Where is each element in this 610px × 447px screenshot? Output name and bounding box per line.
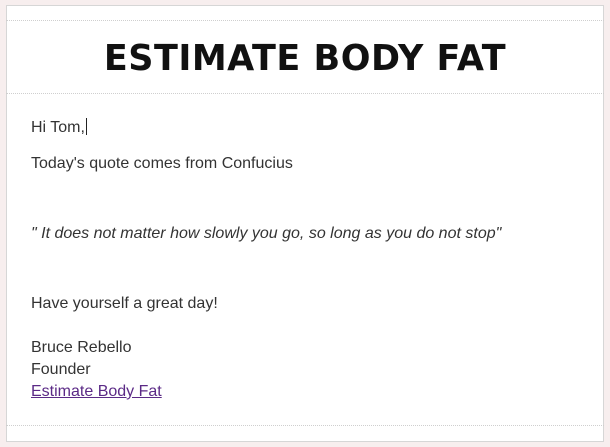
greeting-line[interactable]: Hi Tom, — [31, 118, 87, 138]
top-divider — [6, 20, 604, 21]
closing-text: Have yourself a great day! — [31, 295, 218, 312]
bottom-divider — [6, 425, 604, 426]
quote-text: " It does not matter how slowly you go, … — [31, 225, 502, 242]
header-divider — [6, 93, 604, 94]
greeting-text: Hi Tom, — [31, 119, 85, 136]
signature-role: Founder — [31, 361, 91, 378]
header-title: ESTIMATE BODY FAT — [103, 38, 507, 80]
signature-name: Bruce Rebello — [31, 339, 132, 356]
text-cursor — [85, 118, 87, 135]
signature-link[interactable]: Estimate Body Fat — [31, 383, 162, 400]
intro-text: Today's quote comes from Confucius — [31, 155, 293, 172]
